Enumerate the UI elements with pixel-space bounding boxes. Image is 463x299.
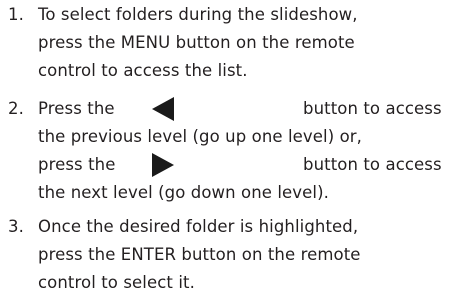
step-text-line: button to access [303,99,442,118]
step-text-line: the next level (go down one level). [38,183,329,202]
step-text-line: To select folders during the slideshow, [38,5,358,24]
step-text-line: button to access [303,155,442,174]
step-number: 3. [8,217,24,236]
step-number: 1. [8,5,24,24]
step-number: 2. [8,99,24,118]
step-text-line: press the [38,155,116,174]
step-text-line: the previous level (go up one level) or, [38,127,363,146]
step-text-line: Press the [38,99,115,118]
step-text-line: control to select it. [38,273,195,292]
step-text-line: control to access the list. [38,61,248,80]
step-text-line: press the MENU button on the remote [38,33,355,52]
step-text-line: press the ENTER button on the remote [38,245,361,264]
step-text-line: Once the desired folder is highlighted, [38,217,359,236]
left-triangle-icon [152,97,174,121]
right-triangle-icon [152,153,174,177]
